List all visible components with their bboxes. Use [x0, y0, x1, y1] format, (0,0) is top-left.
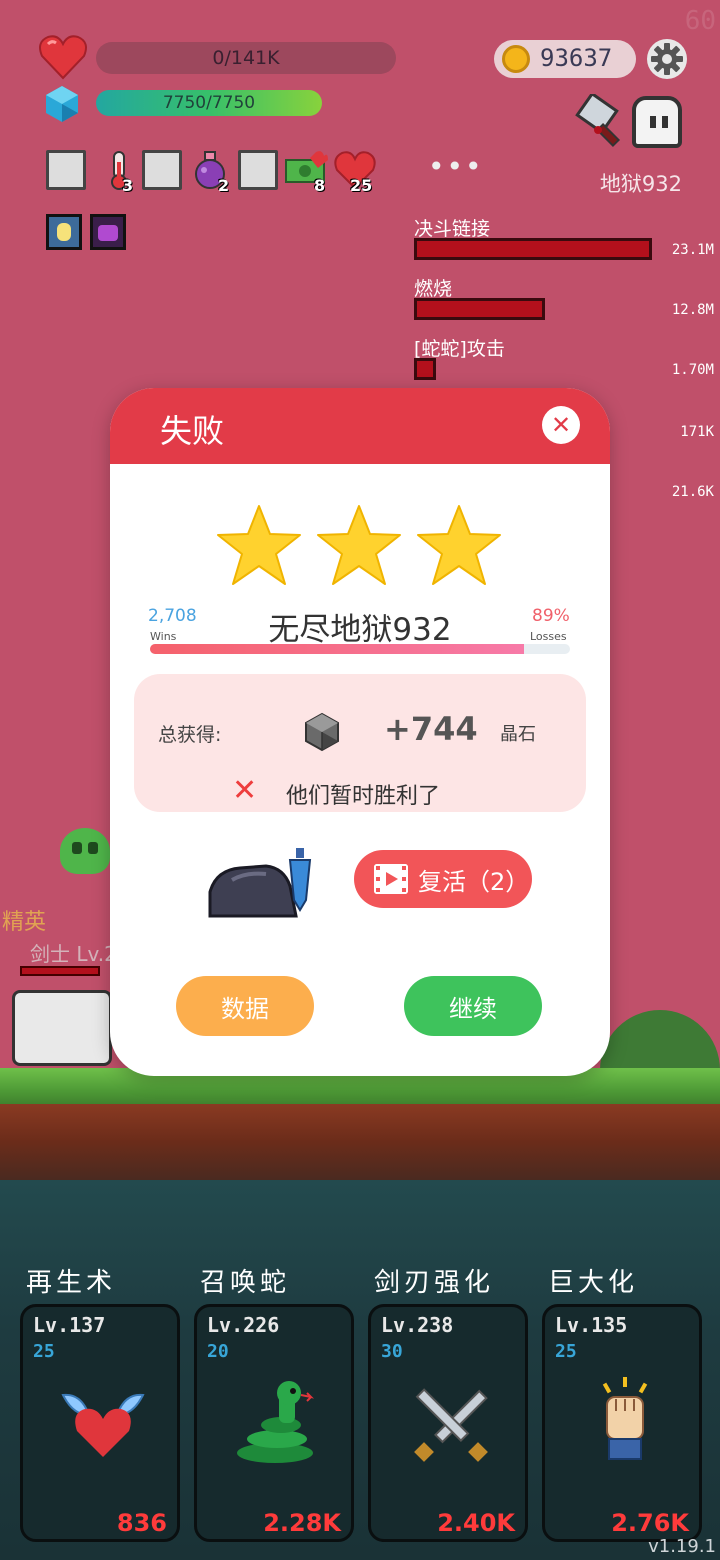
skill-price: 2.76K — [611, 1509, 689, 1537]
skill-title-3: 巨大化 — [548, 1268, 639, 1298]
hp-text: 0/141K — [212, 47, 280, 69]
dmg-bar-0 — [414, 238, 652, 260]
dmg-value-1: 12.8M — [671, 302, 714, 318]
reward-label: 总获得: — [158, 724, 222, 746]
skill-cost: 20 — [207, 1341, 229, 1362]
enemy-hp-bar — [20, 966, 100, 976]
dmg-label-0: 决斗链接 — [414, 218, 491, 240]
dmg-bar-2 — [414, 358, 436, 380]
reward-box: 总获得: +744 晶石 ✕ 他们暂时胜利了 — [134, 674, 586, 812]
mana-gem-icon — [46, 86, 78, 122]
elite-label: 精英 — [2, 910, 47, 935]
dmg-value-2: 1.70M — [671, 362, 714, 378]
skill-card-summon-snake[interactable]: Lv.226 20 2.28K — [194, 1304, 354, 1542]
skill-title-2: 剑刃强化 — [374, 1268, 495, 1298]
cleaver-icon — [575, 94, 621, 148]
progress-fill — [150, 644, 524, 654]
fps-counter: 60 — [684, 6, 716, 36]
skill-level: Lv.226 — [207, 1313, 280, 1337]
mana-bar: 7750/7750 — [96, 90, 322, 116]
revive-label: 复活（2） — [418, 868, 530, 896]
more-dots[interactable]: ••• — [428, 150, 484, 183]
skill-cost: 25 — [33, 1341, 55, 1362]
skill-cost: 30 — [381, 1341, 403, 1362]
defeat-dialog: 失败 ✕ 2,708 Wins 无尽地狱932 89% Losses 总获得: … — [110, 388, 610, 1076]
skill-level: Lv.137 — [33, 1313, 106, 1337]
dmg-label-2: [蛇蛇]攻击 — [414, 338, 505, 360]
close-button[interactable]: ✕ — [542, 406, 580, 444]
video-ad-icon — [374, 864, 408, 894]
skill-price: 836 — [116, 1509, 167, 1537]
version-label: v1.19.1 — [648, 1536, 716, 1557]
skill-level: Lv.135 — [555, 1313, 628, 1337]
gear-icon[interactable] — [646, 38, 688, 80]
skill-title-1: 召唤蛇 — [200, 1268, 291, 1298]
coin-amount: 93637 — [540, 44, 613, 72]
bush-sprite — [600, 1010, 720, 1070]
continue-button[interactable]: 继续 — [404, 976, 542, 1036]
crystal-icon — [305, 712, 339, 752]
crossed-swords-icon — [414, 1388, 488, 1462]
fist-icon — [602, 1377, 648, 1460]
skull-icon — [60, 828, 110, 874]
skill-level: Lv.238 — [381, 1313, 454, 1337]
coin-icon — [502, 45, 530, 73]
losses-percent: 89% — [532, 606, 570, 626]
potion-count: 2 — [218, 176, 230, 195]
dmg-value-4: 21.6K — [671, 484, 714, 500]
losses-label: Losses — [530, 630, 567, 643]
heart-item-count: 25 — [350, 176, 373, 195]
star-icon — [317, 505, 401, 585]
dialog-title: 失败 — [160, 412, 225, 450]
cash-count: 8 — [314, 176, 326, 195]
dmg-label-1: 燃烧 — [414, 278, 453, 300]
skill-card-blade-enhance[interactable]: Lv.238 30 2.40K — [368, 1304, 528, 1542]
snake-icon — [237, 1381, 315, 1463]
hero-sprite — [12, 990, 112, 1066]
demon-buff-icon — [90, 214, 126, 250]
hp-bar: 0/141K — [96, 42, 396, 74]
revive-button[interactable]: 复活（2） — [354, 850, 532, 908]
winged-heart-icon — [61, 1393, 145, 1457]
thermometer-count: 3 — [122, 176, 134, 195]
star-icon — [217, 505, 301, 585]
win-loss-progress — [150, 644, 570, 654]
skill-price: 2.40K — [437, 1509, 515, 1537]
ghost-icon — [632, 96, 682, 148]
dmg-value-3: 171K — [680, 424, 714, 440]
star-icon — [417, 505, 501, 585]
dmg-value-0: 23.1M — [671, 242, 714, 258]
holy-buff-icon — [46, 214, 82, 250]
helmet-sword-icon — [208, 848, 312, 918]
skill-price: 2.28K — [263, 1509, 341, 1537]
skill-title-0: 再生术 — [26, 1268, 117, 1298]
mana-text: 7750/7750 — [162, 93, 256, 113]
scroll-icon — [238, 150, 278, 190]
dirt-ground — [0, 1104, 720, 1180]
stage-label: 地狱932 — [599, 172, 682, 196]
enemy-label: 剑士 Lv.2 — [30, 942, 117, 966]
reward-unit: 晶石 — [500, 724, 536, 745]
heart-icon — [39, 35, 87, 80]
scroll-icon — [46, 150, 86, 190]
skill-card-regeneration[interactable]: Lv.137 25 836 — [20, 1304, 180, 1542]
skill-card-giant[interactable]: Lv.135 25 2.76K — [542, 1304, 702, 1542]
data-button[interactable]: 数据 — [176, 976, 314, 1036]
dmg-bar-1 — [414, 298, 545, 320]
thermometer-icon — [111, 151, 127, 190]
skill-cost: 25 — [555, 1341, 577, 1362]
scroll-icon — [142, 150, 182, 190]
defeat-message: 他们暂时胜利了 — [286, 784, 441, 809]
x-icon: ✕ — [232, 773, 258, 808]
reward-amount: +744 — [384, 710, 478, 748]
